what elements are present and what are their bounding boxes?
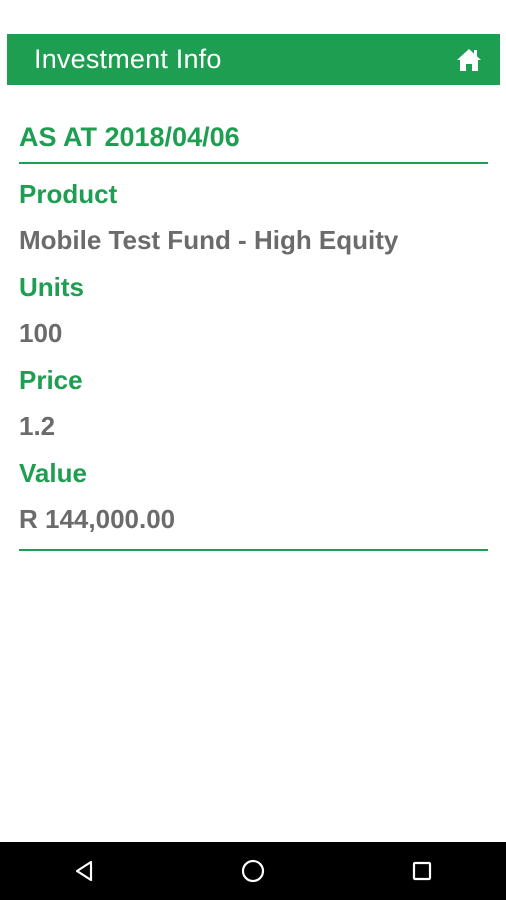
back-button[interactable] xyxy=(54,842,114,900)
value-label: Value xyxy=(19,458,87,488)
recents-square-icon xyxy=(412,861,431,881)
back-triangle-icon xyxy=(76,860,93,882)
app-title: Investment Info xyxy=(34,44,222,74)
home-icon xyxy=(457,48,481,71)
home-button[interactable] xyxy=(455,46,483,74)
price-label: Price xyxy=(19,365,83,395)
product-label: Product xyxy=(19,179,118,209)
units-value: 100 xyxy=(19,318,63,348)
system-nav-bar xyxy=(0,842,506,900)
home-circle-icon xyxy=(241,859,265,883)
home-nav-button[interactable] xyxy=(223,842,283,900)
investment-fields: Product Mobile Test Fund - High Equity U… xyxy=(19,164,488,543)
investment-details: AS AT 2018/04/06 Product Mobile Test Fun… xyxy=(19,110,488,551)
units-label: Units xyxy=(19,272,84,302)
value-value: R 144,000.00 xyxy=(19,504,176,534)
price-value: 1.2 xyxy=(19,411,56,441)
divider xyxy=(19,543,488,551)
recents-button[interactable] xyxy=(392,842,452,900)
app-bar: Investment Info xyxy=(7,34,500,85)
screen: Investment Info AS AT 2018/04/06 Product… xyxy=(0,0,506,900)
as-at-date-heading: AS AT 2018/04/06 xyxy=(19,110,488,164)
product-value: Mobile Test Fund - High Equity xyxy=(19,225,399,255)
